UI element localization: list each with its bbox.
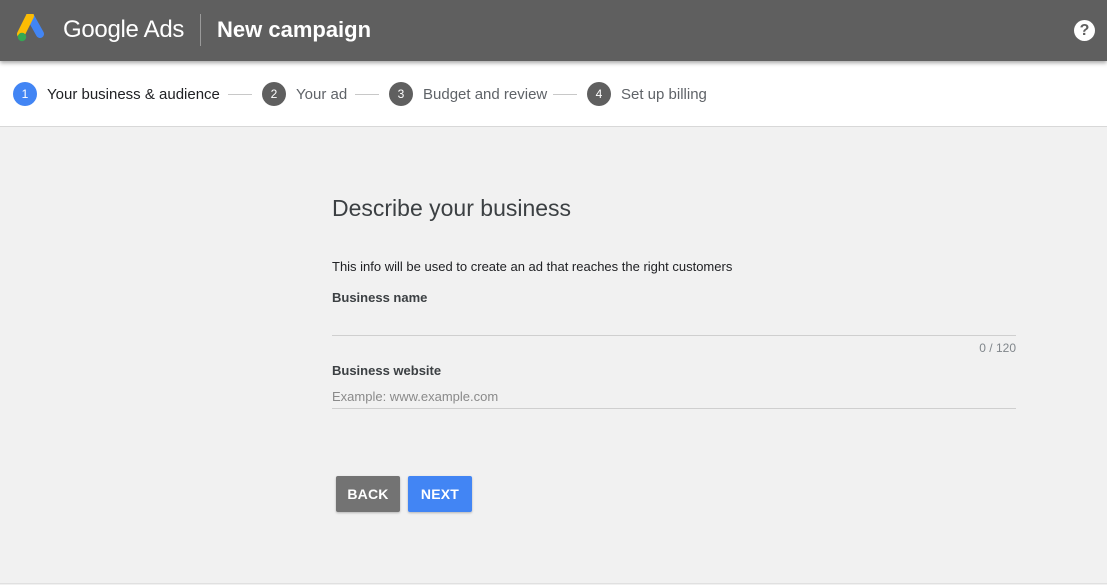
business-website-label: Business website <box>332 363 442 378</box>
top-app-bar: Google Ads New campaign ? <box>0 0 1107 61</box>
step-label: Budget and review <box>423 85 548 103</box>
section-heading: Describe your business <box>332 195 572 221</box>
step-budget-review[interactable]: 3 Budget and review <box>389 82 547 106</box>
back-button[interactable]: BACK <box>336 476 400 512</box>
step-your-ad[interactable]: 2 Your ad <box>262 82 347 106</box>
step-connector <box>355 94 379 95</box>
step-label: Your ad <box>296 85 348 103</box>
campaign-stepper: 1 Your business & audience 2 Your ad 3 B… <box>0 61 1107 127</box>
page-bottom-divider <box>0 583 1107 584</box>
help-icon[interactable]: ? <box>1074 20 1095 41</box>
page-title: New campaign <box>217 17 372 42</box>
brand-name: Google Ads <box>63 16 185 43</box>
header-divider <box>200 14 201 46</box>
step-number: 3 <box>389 82 413 106</box>
business-name-input[interactable] <box>332 312 1016 336</box>
step-label: Your business & audience <box>47 85 220 103</box>
step-set-up-billing[interactable]: 4 Set up billing <box>587 82 707 106</box>
business-name-char-counter: 0 / 120 <box>979 341 1016 355</box>
step-label: Set up billing <box>621 85 707 103</box>
step-number: 4 <box>587 82 611 106</box>
step-connector <box>228 94 252 95</box>
next-button[interactable]: NEXT <box>408 476 472 512</box>
step-business-audience[interactable]: 1 Your business & audience <box>13 82 220 106</box>
business-website-input[interactable] <box>332 385 1016 409</box>
section-description: This info will be used to create an ad t… <box>332 259 733 274</box>
google-ads-logo-icon <box>17 14 44 42</box>
step-connector <box>553 94 577 95</box>
step-number: 1 <box>13 82 37 106</box>
step-number: 2 <box>262 82 286 106</box>
business-name-label: Business name <box>332 290 428 305</box>
